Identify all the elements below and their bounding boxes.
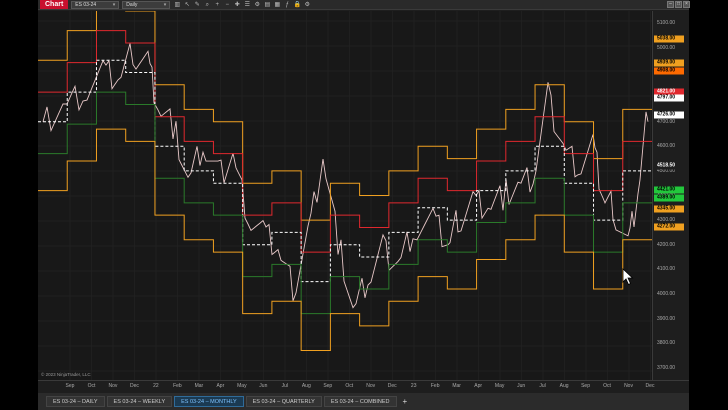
settings-icon[interactable]: ⚙ [303,1,311,9]
lower-mid-pivot [38,91,652,315]
chart-tab-2[interactable]: ES 03-24 – WEEKLY [106,396,173,407]
draw-tool-icon[interactable]: ✎ [193,1,201,9]
time-tick-label: Sep [581,383,590,389]
instrument-selector[interactable]: ES 03-24 ▾ [71,0,120,9]
price-tick-label: 3800.00 [657,340,676,347]
time-tick-label: May [494,383,505,389]
chart-window: Chart ES 03-24 ▾ Daily ▾ ▥ ↖ ✎ ⌕ + − ✚ ☰ ⚙ ▤ ▦ ƒ 🔒 ⚙ … [38,0,690,410]
copyright-text: © 2023 NinjaTrader, LLC [41,372,91,377]
price-tick-label: 3900.00 [657,315,676,322]
time-tick-label: Nov [108,383,118,389]
price-level-tag: 4389.00 [654,194,684,202]
lock-icon[interactable]: 🔒 [293,1,301,9]
template-icon[interactable]: ▤ [263,1,271,9]
time-tick-label: Feb [173,383,182,389]
price-level-tag: 4272.00 [654,223,684,231]
time-axis[interactable]: Sep Oct Nov Dec 22 Feb Mar Apr May Jun Jul Aug Sep Oc… [38,380,689,392]
chart-tab-4[interactable]: ES 03-24 – QUARTERLY [245,396,322,407]
chevron-down-icon: ▾ [163,1,167,8]
price-tick-label: 4200.00 [657,241,676,248]
instrument-value: ES 03-24 [75,1,97,8]
price-tick-label: 4000.00 [657,290,676,297]
upper-pivot-band [38,0,652,221]
time-tick-label: Oct [603,383,611,389]
price-chart-svg[interactable] [38,0,652,380]
toolbar-icons: ▥ ↖ ✎ ⌕ + − ✚ ☰ ⚙ ▤ ▦ ƒ 🔒 ⚙ [173,1,311,9]
chart-tab-5[interactable]: ES 03-24 – COMBINED [323,396,397,407]
chart-tab-3[interactable]: ES 03-24 – MONTHLY [174,396,244,407]
price-tick-label: 4700.00 [657,118,676,125]
time-tick-label: 23 [410,383,417,389]
time-tick-label: Jun [517,383,526,389]
add-tab-button[interactable]: + [399,397,412,406]
time-tick-label: May [237,383,247,389]
time-tick-label: Aug [559,383,569,389]
cursor-icon[interactable]: ↖ [183,1,191,9]
minimize-icon[interactable]: – [667,1,674,8]
chart-tab-1[interactable]: ES 03-24 – DAILY [46,396,105,407]
time-tick-label: Apr [474,383,483,389]
time-tick-label: Jun [259,383,268,389]
time-tick-label: 22 [153,383,159,389]
price-tick-label: 4100.00 [657,266,676,273]
price-chart-plot[interactable]: © 2023 NinjaTrader, LLC [38,0,652,380]
time-tick-label: Sep [323,383,333,389]
layout-icon[interactable]: ▦ [273,1,281,9]
properties-icon[interactable]: ☰ [243,1,251,9]
time-tick-label: Dec [129,383,139,389]
time-tick-label: Feb [430,383,440,389]
chevron-down-icon: ▾ [112,1,116,8]
chart-toolbar: Chart ES 03-24 ▾ Daily ▾ ▥ ↖ ✎ ⌕ + − ✚ ☰ ⚙ ▤ ▦ ƒ 🔒 ⚙ … [38,0,690,10]
price-level-tag: 4518.50 [654,162,684,170]
strategy-icon[interactable]: ⚙ [253,1,261,9]
zoom-in-icon[interactable]: + [213,1,221,9]
time-tick-label: Aug [301,383,311,389]
price-level-tag: 5038.00 [654,35,684,43]
chart-window-tab[interactable]: Chart [40,0,69,9]
price-tick-label: 4600.00 [657,143,676,150]
price-level-tag: 4797.00 [654,94,684,102]
price-line [42,43,649,309]
zoom-out-icon[interactable]: − [223,1,231,9]
price-level-tag: 4908.00 [654,67,684,75]
price-tick-label: 4300.00 [657,217,676,224]
chart-tab-bar: ES 03-24 – DAILY ES 03-24 – WEEKLY ES 03-2… [38,393,689,410]
time-tick-label: Oct [345,383,354,389]
price-level-tag: 4345.00 [654,205,684,213]
time-tick-label: Dec [387,383,397,389]
price-level-tag: 4421.00 [654,186,684,194]
time-tick-label: Apr [216,383,225,389]
time-tick-label: Nov [366,383,376,389]
time-tick-label: Mar [194,383,204,389]
price-tick-label: 3700.00 [657,364,676,371]
maximize-icon[interactable]: □ [675,1,682,8]
close-icon[interactable]: × [683,1,690,8]
time-tick-label: Mar [452,383,461,389]
interval-value: Daily [126,1,138,8]
interval-selector[interactable]: Daily ▾ [122,0,171,9]
time-tick-label: Sep [65,383,75,389]
crosshair-icon[interactable]: ✚ [233,1,241,9]
bar-chart-icon[interactable]: ▥ [173,1,181,9]
time-tick-label: Jul [281,383,289,389]
time-tick-label: Dec [645,383,655,389]
magnify-icon[interactable]: ⌕ [203,1,211,9]
price-level-tag: 4726.00 [654,111,684,119]
time-tick-label: Nov [624,383,633,389]
indicator-icon[interactable]: ƒ [283,1,291,9]
price-tick-label: 5100.00 [657,20,676,27]
price-level-tag: 4939.00 [654,59,684,67]
lower-pivot-band [38,128,652,351]
price-tick-label: 5000.00 [657,44,676,51]
time-tick-label: Jul [539,383,546,389]
mouse-cursor-icon [622,268,634,286]
price-axis[interactable]: 5100.005000.004900.004800.004700.004600.… [652,11,689,380]
time-tick-label: Oct [87,383,96,389]
